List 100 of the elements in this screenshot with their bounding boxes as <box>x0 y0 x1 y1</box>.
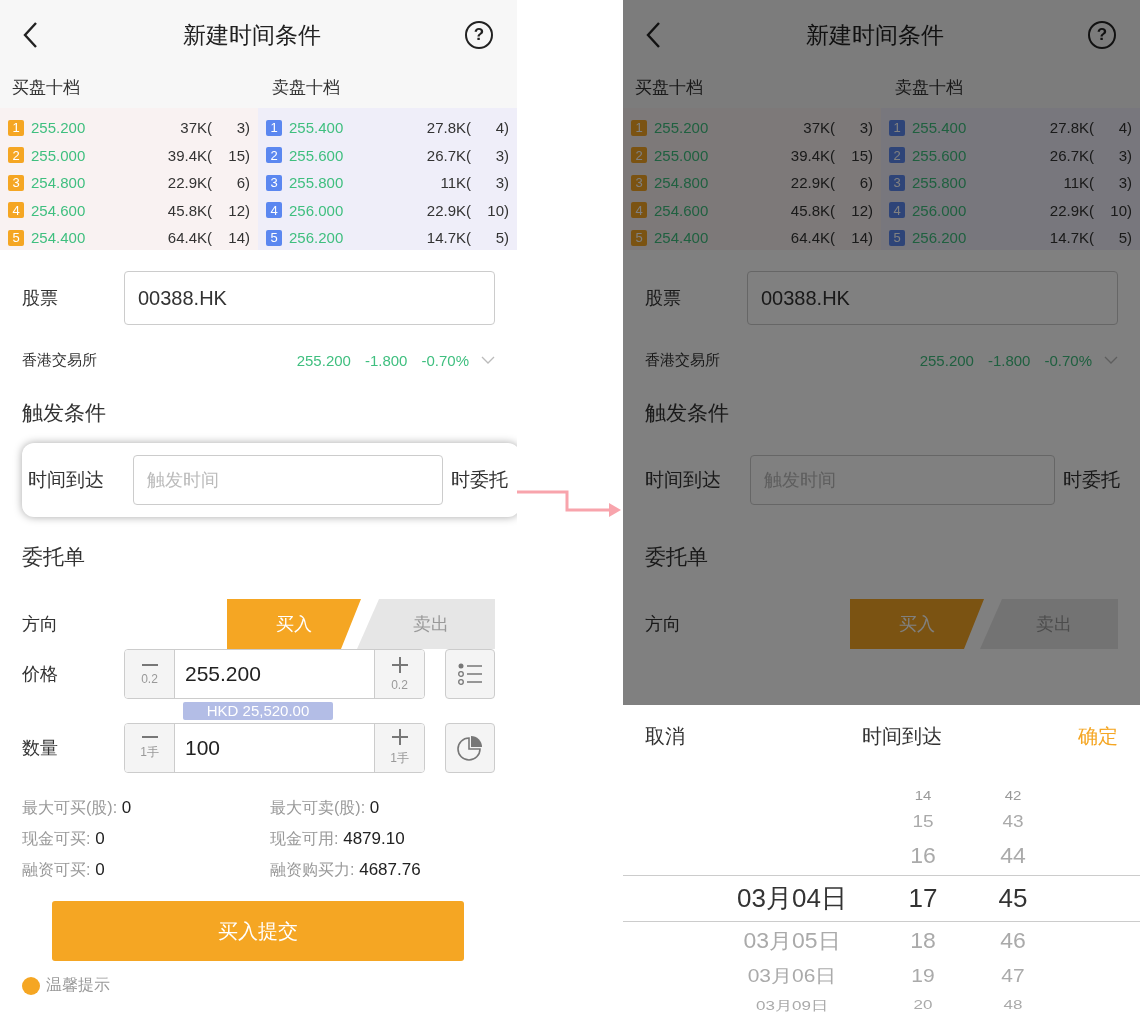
page-title: 新建时间条件 <box>805 20 944 50</box>
quote-change: -1.800 <box>364 351 408 369</box>
picker-title: 时间到达 <box>861 723 942 749</box>
count-text: 5) <box>494 229 509 247</box>
picker-option[interactable]: 47 <box>975 962 1051 990</box>
direction-tab[interactable]: 买入 <box>227 599 361 649</box>
picker-option[interactable]: 46 <box>975 923 1051 959</box>
picker-option[interactable]: 03月05日 <box>713 923 871 959</box>
picker-option[interactable]: 18 <box>871 923 975 959</box>
quote-change-percent: -0.70% <box>421 351 469 369</box>
section-heading: 委托单 <box>22 544 85 570</box>
section-heading: 触发条件 <box>645 400 729 426</box>
picker-option[interactable]: 45 <box>975 875 1051 922</box>
count-text: 15) <box>227 146 250 164</box>
stock-field[interactable]: 00388.HK <box>124 271 495 325</box>
count-text: 3) <box>235 119 250 137</box>
page-title: 新建时间条件 <box>182 20 321 50</box>
count-text: 10) <box>486 201 509 219</box>
rank-badge: 1 <box>631 119 647 136</box>
price-text: 254.600 <box>31 201 87 219</box>
help-button[interactable]: ? <box>465 21 493 49</box>
rank-badge: 5 <box>631 229 647 246</box>
stat-text: 融资购买力: 4687.76 <box>270 859 422 881</box>
count-text: 14) <box>227 229 250 247</box>
back-icon[interactable] <box>22 21 38 49</box>
decrease-button[interactable]: 0.2 <box>125 650 175 698</box>
stepper-field[interactable]: 1手 100 1手 <box>124 723 425 773</box>
volume-text: 14.7K( <box>425 229 471 247</box>
price-text: 255.400 <box>289 119 345 137</box>
picker-option[interactable]: 42 <box>975 785 1051 805</box>
count-text: 12) <box>850 201 873 219</box>
pie-chart-icon <box>457 735 483 761</box>
count-text: 4) <box>1117 119 1132 137</box>
section-heading: 触发条件 <box>22 400 106 426</box>
chart-button[interactable] <box>445 723 495 773</box>
field-label: 价格 <box>22 663 59 686</box>
count-text: 10) <box>1109 201 1132 219</box>
rank-badge: 5 <box>8 229 24 246</box>
rank-badge: 5 <box>889 229 905 246</box>
increase-button[interactable]: 1手 <box>374 724 424 772</box>
picker-option[interactable]: 43 <box>975 809 1051 835</box>
volume-text: 64.4K( <box>789 229 835 247</box>
submit-button[interactable]: 买入提交 <box>52 901 464 961</box>
field-label: 时间到达 <box>645 468 722 492</box>
stat-text: 现金可用: 4879.10 <box>270 828 406 850</box>
increase-button[interactable]: 0.2 <box>374 650 424 698</box>
volume-text: 22.9K( <box>1048 201 1094 219</box>
count-text: 3) <box>494 146 509 164</box>
stat-text: 最大可买(股): 0 <box>22 797 133 819</box>
plus-icon <box>391 656 408 673</box>
cancel-button[interactable]: 取消 <box>645 722 685 750</box>
list-icon <box>458 663 482 685</box>
stepper-field[interactable]: 0.2 255.200 0.2 <box>124 649 425 699</box>
time-input-field[interactable]: 触发时间 <box>133 455 443 505</box>
volume-text: 27.8K( <box>425 119 471 137</box>
picker-option[interactable]: 14 <box>871 785 975 805</box>
picker-option[interactable]: 48 <box>975 995 1051 1015</box>
price-text: 255.200 <box>31 119 87 137</box>
picker-option[interactable]: 20 <box>871 995 975 1015</box>
count-text: 14) <box>850 229 873 247</box>
picker-option[interactable]: 03月06日 <box>713 962 871 990</box>
rank-badge: 4 <box>889 202 905 219</box>
count-text: 15) <box>850 146 873 164</box>
picker-option[interactable]: 03月09日 <box>713 995 871 1015</box>
volume-text: 39.4K( <box>789 146 835 164</box>
help-button[interactable]: ? <box>1088 21 1116 49</box>
rank-badge: 4 <box>8 202 24 219</box>
list-button[interactable] <box>445 649 495 699</box>
price-text: 255.400 <box>912 119 968 137</box>
direction-tab[interactable]: 卖出 <box>357 599 495 649</box>
quote-change: -1.800 <box>987 351 1031 369</box>
price-text: 255.200 <box>654 119 710 137</box>
picker-option[interactable]: 16 <box>871 838 975 874</box>
field-suffix: 时委托 <box>1063 468 1120 492</box>
volume-text: 37K( <box>179 119 212 137</box>
price-text: 255.600 <box>289 146 345 164</box>
price-text: 255.000 <box>654 146 710 164</box>
rank-badge: 3 <box>889 174 905 191</box>
quote-price: 255.200 <box>919 351 974 369</box>
decrease-button[interactable]: 1手 <box>125 724 175 772</box>
picker-option[interactable]: 19 <box>871 962 975 990</box>
rank-badge: 1 <box>8 119 24 136</box>
confirm-button[interactable]: 确定 <box>1078 722 1118 750</box>
stock-field[interactable]: 00388.HK <box>747 271 1118 325</box>
quote-change-percent: -0.70% <box>1044 351 1092 369</box>
picker-option[interactable]: 03月04日 <box>713 875 871 922</box>
field-label: 股票 <box>22 287 59 310</box>
picker-option[interactable]: 15 <box>871 809 975 835</box>
field-label: 数量 <box>22 737 59 760</box>
volume-text: 11K( <box>1062 174 1094 192</box>
rank-badge: 3 <box>631 174 647 191</box>
rank-badge: 1 <box>266 119 282 136</box>
price-text: 255.800 <box>912 174 968 192</box>
picker-option[interactable]: 44 <box>975 838 1051 874</box>
rank-badge: 5 <box>266 229 282 246</box>
price-text: 254.400 <box>31 229 87 247</box>
count-text: 6) <box>235 174 250 192</box>
picker-option[interactable]: 17 <box>871 875 975 922</box>
direction-tab[interactable]: 买入 <box>850 599 984 649</box>
notice-link[interactable]: 温馨提示 <box>46 975 110 996</box>
